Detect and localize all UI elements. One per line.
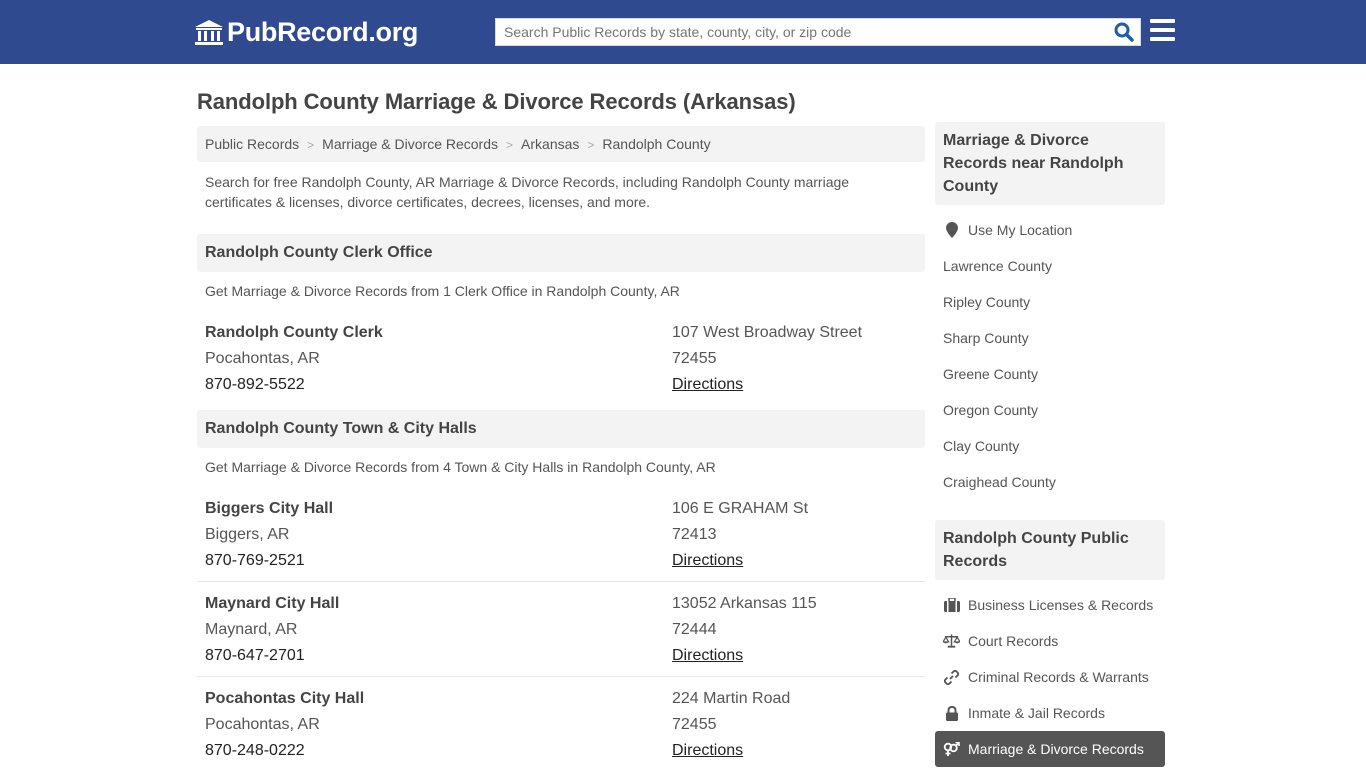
sidebar-item-label: Business Licenses & Records xyxy=(968,597,1154,613)
menu-icon[interactable] xyxy=(1150,19,1175,42)
page-title: Randolph County Marriage & Divorce Recor… xyxy=(197,89,796,114)
sidebar-item-label: Marriage & Divorce Records xyxy=(968,741,1144,757)
sidebar-item-marriage-divorce[interactable]: Marriage & Divorce Records xyxy=(935,731,1165,767)
sidebar-item-label: Court Records xyxy=(968,633,1059,649)
sidebar-item-sharp-county[interactable]: Sharp County xyxy=(935,320,1165,356)
section-subtitle: Get Marriage & Divorce Records from 1 Cl… xyxy=(205,283,680,299)
sidebar-item-craighead-county[interactable]: Craighead County xyxy=(935,464,1165,500)
list-item: Randolph County Clerk Pocahontas, AR 870… xyxy=(197,311,925,406)
sidebar-item-oregon-county[interactable]: Oregon County xyxy=(935,392,1165,428)
office-name: Pocahontas City Hall xyxy=(205,690,365,707)
nearby-list: Use My Location Lawrence County Ripley C… xyxy=(935,205,1165,500)
sidebar: Marriage & Divorce Records near Randolph… xyxy=(935,122,1165,767)
office-address: 224 Martin Road xyxy=(672,690,791,707)
sidebar-item-greene-county[interactable]: Greene County xyxy=(935,356,1165,392)
office-name: Maynard City Hall xyxy=(205,595,340,612)
breadcrumb: Public Records > Marriage & Divorce Record… xyxy=(197,126,925,162)
use-my-location-button[interactable]: Use My Location xyxy=(935,212,1165,248)
list-item: Pocahontas City Hall Pocahontas, AR 870-… xyxy=(197,677,925,772)
sidebar-item-label: Inmate & Jail Records xyxy=(968,705,1105,721)
office-address: 107 West Broadway Street xyxy=(672,324,863,341)
breadcrumb-public-records[interactable]: Public Records xyxy=(205,136,299,152)
sidebar-item-lawrence-county[interactable]: Lawrence County xyxy=(935,248,1165,284)
search-box xyxy=(495,18,1141,46)
office-city: Pocahontas, AR xyxy=(205,350,320,367)
breadcrumb-separator: > xyxy=(587,138,595,152)
section-heading-city-halls: Randolph County Town & City Halls xyxy=(197,410,925,448)
main-content: Randolph County Marriage & Divorce Recor… xyxy=(197,64,925,772)
directions-link[interactable]: Directions xyxy=(672,552,743,569)
directions-link[interactable]: Directions xyxy=(672,376,743,393)
breadcrumb-arkansas[interactable]: Arkansas xyxy=(521,136,579,152)
office-zip: 72455 xyxy=(672,350,717,367)
gender-icon xyxy=(943,742,960,756)
breadcrumb-marriage-divorce[interactable]: Marriage & Divorce Records xyxy=(322,136,498,152)
office-name: Randolph County Clerk xyxy=(205,324,383,341)
section-heading-clerk: Randolph County Clerk Office xyxy=(197,234,925,272)
sidebar-heading-public-records: Randolph County Public Records xyxy=(935,520,1165,580)
directions-link[interactable]: Directions xyxy=(672,647,743,664)
office-phone[interactable]: 870-769-2521 xyxy=(205,548,672,574)
lock-icon xyxy=(943,705,960,721)
courthouse-icon xyxy=(195,19,223,45)
list-item: Maynard City Hall Maynard, AR 870-647-27… xyxy=(197,582,925,677)
scale-icon xyxy=(943,634,960,648)
breadcrumb-separator: > xyxy=(307,138,315,152)
breadcrumb-separator: > xyxy=(506,138,514,152)
public-records-list: Business Licenses & Records Court Record… xyxy=(935,580,1165,767)
site-logo[interactable]: PubRecord.org xyxy=(195,17,418,48)
office-zip: 72455 xyxy=(672,716,717,733)
sidebar-item-court-records[interactable]: Court Records xyxy=(935,623,1165,659)
logo-text: PubRecord.org xyxy=(227,17,419,47)
sidebar-item-ripley-county[interactable]: Ripley County xyxy=(935,284,1165,320)
office-address: 106 E GRAHAM St xyxy=(672,500,809,517)
office-phone[interactable]: 870-892-5522 xyxy=(205,372,672,398)
office-name: Biggers City Hall xyxy=(205,500,334,517)
office-city: Pocahontas, AR xyxy=(205,716,320,733)
link-icon xyxy=(943,669,960,685)
list-item: Biggers City Hall Biggers, AR 870-769-25… xyxy=(197,487,925,582)
sidebar-heading-nearby: Marriage & Divorce Records near Randolph… xyxy=(935,122,1165,205)
section-subtitle: Get Marriage & Divorce Records from 4 To… xyxy=(205,459,716,475)
office-city: Biggers, AR xyxy=(205,526,290,543)
office-zip: 72413 xyxy=(672,526,717,543)
office-city: Maynard, AR xyxy=(205,621,298,638)
office-phone[interactable]: 870-248-0222 xyxy=(205,738,672,764)
briefcase-icon xyxy=(943,598,960,612)
map-marker-icon xyxy=(943,222,960,238)
sidebar-item-business-licenses[interactable]: Business Licenses & Records xyxy=(935,587,1165,623)
office-address: 13052 Arkansas 115 xyxy=(672,595,817,612)
office-phone[interactable]: 870-647-2701 xyxy=(205,643,672,669)
office-zip: 72444 xyxy=(672,621,717,638)
sidebar-item-criminal-records[interactable]: Criminal Records & Warrants xyxy=(935,659,1165,695)
sidebar-item-clay-county[interactable]: Clay County xyxy=(935,428,1165,464)
sidebar-item-inmate-records[interactable]: Inmate & Jail Records xyxy=(935,695,1165,731)
intro-text: Search for free Randolph County, AR Marr… xyxy=(205,174,850,210)
search-icon[interactable] xyxy=(1114,22,1134,47)
sidebar-item-label: Criminal Records & Warrants xyxy=(968,669,1149,685)
use-my-location-label: Use My Location xyxy=(968,222,1073,238)
directions-link[interactable]: Directions xyxy=(672,742,743,759)
search-input[interactable] xyxy=(496,19,1096,45)
site-header: PubRecord.org xyxy=(0,0,1366,64)
breadcrumb-randolph-county[interactable]: Randolph County xyxy=(602,136,710,152)
